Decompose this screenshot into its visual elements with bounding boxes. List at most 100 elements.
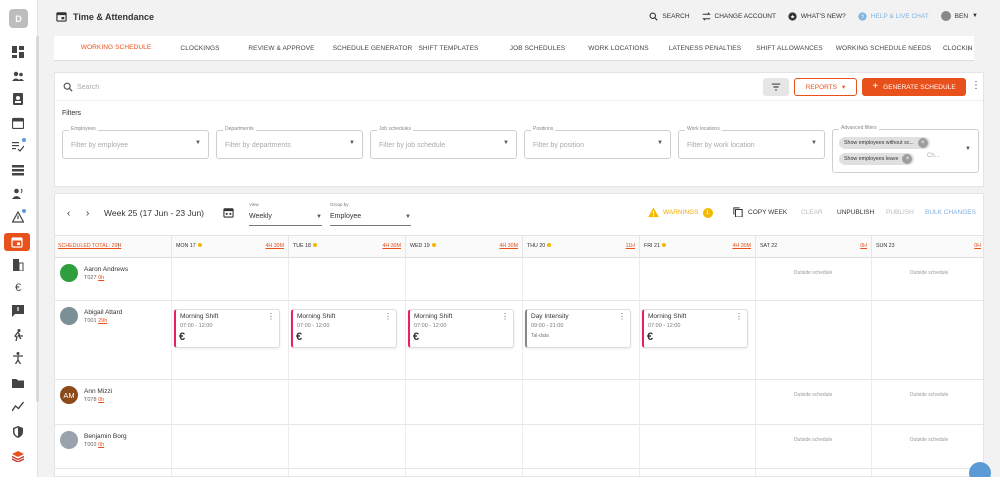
more-options-icon[interactable]: ⋮ [971,81,981,91]
advanced-filters[interactable]: Advanced filters Show employees without … [832,125,979,173]
close-icon[interactable]: × [902,154,913,164]
analytics-icon[interactable] [10,398,26,414]
departments-filter-label: Departments [223,126,256,132]
generate-schedule-button[interactable]: + GENERATE SCHEDULE [862,78,966,96]
running-person-icon[interactable] [10,327,26,343]
tab-lateness-penalties[interactable]: LATENESS PENALTIES [655,36,755,60]
search-button[interactable]: SEARCH [649,12,690,21]
chevron-down-icon: ▼ [503,140,509,146]
employee-hours: 29h [98,318,108,324]
departments-filter[interactable]: Departments Filter by departments ▼ [216,126,363,159]
job-schedules-filter[interactable]: Job schedules Filter by job schedule ▼ [370,126,517,159]
chevron-down-icon: ▼ [972,13,978,19]
day-hours[interactable]: 4H 30M [382,243,401,249]
shift-card[interactable]: Morning Shift 07:00 - 12:00 € ⋮ [174,309,280,348]
sort-arrow-icon[interactable]: ↑ [116,240,121,250]
shift-card[interactable]: Morning Shift 07:00 - 12:00 € ⋮ [408,309,514,348]
time-attendance-icon[interactable] [4,233,30,251]
chat-bubble-button[interactable] [969,462,991,477]
group-by-select[interactable]: Group by Employee ▼ [330,202,411,226]
warning-triangle-icon[interactable] [10,209,26,225]
shift-card[interactable]: Day Intensity 09:00 - 21:00 Tal-data ⋮ [525,309,631,348]
euro-icon[interactable]: € [10,280,26,296]
checklist-icon[interactable] [10,138,26,154]
day-hours[interactable]: 4H 30M [499,243,518,249]
day-hours[interactable]: 4H 30M [732,243,751,249]
calendar-icon[interactable] [10,115,26,131]
shield-icon[interactable] [10,424,26,440]
accessibility-icon[interactable] [10,350,26,366]
more-options-icon[interactable]: ⋮ [618,313,626,321]
tab-work-locations[interactable]: WORK LOCATIONS [582,36,655,60]
employees-filter[interactable]: Employees Filter by employee ▼ [62,126,209,159]
scheduled-total[interactable]: SCHEDULED TOTAL: 29H [58,243,121,249]
shift-name: Day Intensity [531,313,569,320]
tab-working-schedule-needs[interactable]: WORKING SCHEDULE NEEDS [824,36,943,60]
more-options-icon[interactable]: ⋮ [735,313,743,321]
employee-cell[interactable]: Aaron Andrews T027 0h [60,264,128,282]
day-hours[interactable]: 11H [626,243,635,249]
search-icon [649,12,659,21]
contact-card-icon[interactable] [10,91,26,107]
publish-button[interactable]: PUBLISH [886,209,914,216]
employee-name: Ann Mizzi [84,388,113,395]
filter-chip[interactable]: Show employees without sc... × [839,137,930,149]
clear-button[interactable]: CLEAR [801,209,823,216]
day-label: MON 17 [176,243,202,249]
employee-cell[interactable]: Abigail Attard T001 29h [60,307,122,325]
tab-shift-templates[interactable]: SHIFT TEMPLATES [404,36,493,60]
more-options-icon[interactable]: ⋮ [267,313,275,321]
shift-card[interactable]: Morning Shift 07:00 - 12:00 € ⋮ [642,309,748,348]
bulk-changes-button[interactable]: BULK CHANGES [925,209,976,216]
tab-schedule-generator[interactable]: SCHEDULE GENERATOR [333,36,412,60]
account-logo[interactable]: D [9,9,28,28]
day-hours[interactable]: 0H [974,243,981,249]
tab-clockin[interactable]: CLOCKIN [943,36,973,60]
folder-icon[interactable] [10,375,26,391]
help-chat-button[interactable]: ? HELP & LIVE CHAT [858,11,929,21]
tab-shift-allowances[interactable]: SHIFT ALLOWANCES [755,36,824,60]
tab-job-schedules[interactable]: JOB SCHEDULES [493,36,582,60]
search-input[interactable] [77,80,377,94]
change-account-button[interactable]: CHANGE ACCOUNT [701,11,776,21]
more-options-icon[interactable]: ⋮ [384,313,392,321]
day-label: FRI 21 [644,243,666,249]
user-menu[interactable]: BEN ▼ [940,11,978,21]
employee-cell[interactable]: AM Ann Mizzi T078 0h [60,386,112,404]
calendar-picker-icon[interactable] [223,207,234,218]
day-hours[interactable]: 4H 30M [265,243,284,249]
dashboard-icon[interactable] [10,44,26,60]
employee-cell[interactable]: Benjamin Borg T002 0h [60,431,127,449]
building-icon[interactable] [10,257,26,273]
more-options-icon[interactable]: ⋮ [501,313,509,321]
tab-working-schedule[interactable]: WORKING SCHEDULE [54,36,178,60]
shift-card[interactable]: Morning Shift 07:00 - 12:00 € ⋮ [291,309,397,348]
filter-chip[interactable]: Show employees leave × [839,153,915,165]
reports-button[interactable]: REPORTS ▾ [794,78,857,96]
warnings-button[interactable]: WARNINGS 1 [648,207,713,218]
unpublish-button[interactable]: UNPUBLISH [837,209,874,216]
day-hours[interactable]: 0H [860,243,867,249]
work-locations-filter[interactable]: Work locations Filter by work location ▼ [678,126,825,159]
list-view-icon[interactable] [10,162,26,178]
next-week-icon[interactable]: › [86,208,89,219]
view-select[interactable]: View Weekly ▼ [249,202,322,226]
whats-new-button[interactable]: ★ WHAT'S NEW? [788,11,846,21]
layers-icon[interactable] [10,448,26,464]
day-header: SUN 23 0H [871,236,985,258]
schedule-grid: SCHEDULED TOTAL: 29H ↑ MON 17 4H 30M TUE… [54,235,984,477]
positions-filter[interactable]: Positions Filter by position ▼ [524,126,671,159]
warning-dot-icon [312,243,317,247]
filter-toggle-button[interactable] [763,78,789,96]
advanced-filter-input[interactable]: Ch... [927,153,940,159]
chevron-right-icon[interactable]: › [967,44,970,53]
tab-clockings[interactable]: CLOCKINGS [178,36,222,60]
close-icon[interactable]: × [917,138,928,148]
person-voice-icon[interactable] [10,185,26,201]
tab-review-approve[interactable]: REVIEW & APPROVE [222,36,341,60]
copy-week-button[interactable]: COPY WEEK [733,207,787,217]
previous-week-icon[interactable]: ‹ [67,208,70,219]
people-icon[interactable] [10,68,26,84]
feedback-icon[interactable] [10,303,26,319]
sidebar-scrollbar[interactable] [36,36,39,402]
